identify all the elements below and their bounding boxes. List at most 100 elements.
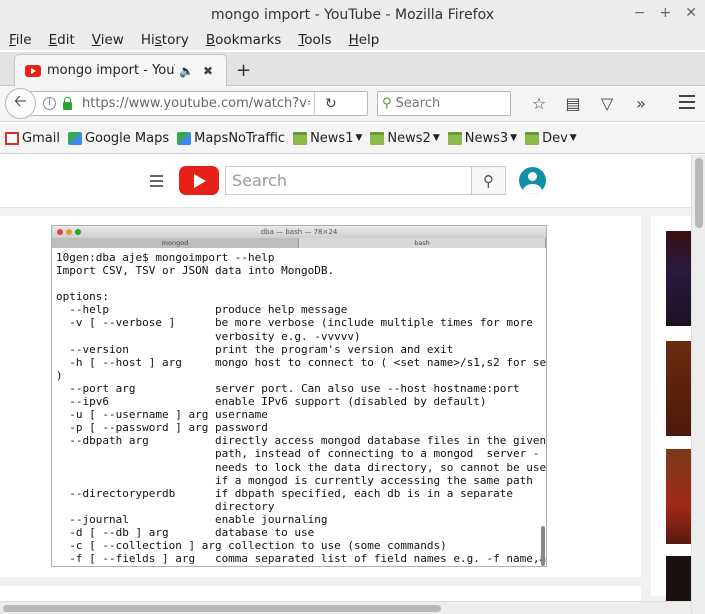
video-info-card <box>0 586 641 601</box>
reload-icon[interactable]: ↻ <box>325 96 337 112</box>
bookmark-folder-news3[interactable]: News3 ▼ <box>447 131 518 146</box>
terminal-line: --directoryperdb if dbpath specified, ea… <box>56 486 513 500</box>
terminal-line: --version print the program's version an… <box>56 342 454 356</box>
lock-icon[interactable] <box>63 96 72 110</box>
url-divider <box>314 92 315 115</box>
youtube-search-input[interactable]: Search <box>225 166 472 195</box>
terminal-line: -d [ --db ] arg database to use <box>56 525 315 539</box>
search-icon: ⚲ <box>483 171 494 190</box>
youtube-favicon-icon <box>25 64 41 77</box>
tab-strip: mongo import - YouTube 🔈 ✖ + <box>0 52 705 86</box>
navigation-toolbar: i https://www.youtube.com/watch?v=ih2AY … <box>0 86 705 122</box>
terminal-line: if a mongod is currently accessing the s… <box>56 473 533 487</box>
menu-view[interactable]: View <box>87 32 129 48</box>
tab-youtube[interactable]: mongo import - YouTube 🔈 ✖ <box>14 54 227 86</box>
related-video-thumbnail[interactable] <box>666 341 691 436</box>
close-window-button[interactable]: ✕ <box>685 5 697 21</box>
vertical-scrollbar[interactable] <box>691 155 705 614</box>
terminal-line: directory <box>56 499 275 513</box>
terminal-line: --ipv6 enable IPv6 support (disabled by … <box>56 395 487 409</box>
search-engine-icon: ⚲ <box>382 96 392 111</box>
url-bar[interactable]: i https://www.youtube.com/watch?v=ih2AY … <box>24 91 368 116</box>
terminal-output: 10gen:dba aje$ mongoimport --help Import … <box>56 251 546 565</box>
folder-icon <box>293 131 308 145</box>
maximize-button[interactable]: + <box>660 5 672 21</box>
menu-bar: File Edit View History Bookmarks Tools H… <box>0 30 705 50</box>
window-title: mongo import - YouTube - Mozilla Firefox <box>210 7 495 23</box>
pocket-icon[interactable]: ▽ <box>590 94 624 113</box>
bookmark-folder-news1[interactable]: News1 ▼ <box>293 131 362 146</box>
avatar[interactable] <box>519 167 546 194</box>
menu-edit[interactable]: Edit <box>44 32 80 48</box>
youtube-search-button[interactable]: ⚲ <box>471 166 506 195</box>
menu-file[interactable]: File <box>4 32 37 48</box>
terminal-tabs: mongod bash <box>52 238 546 248</box>
close-tab-icon[interactable]: ✖ <box>203 64 213 78</box>
info-icon[interactable]: i <box>43 97 56 110</box>
terminal-line: path, instead of connecting to a mongod … <box>56 447 540 461</box>
terminal-scrollbar <box>541 526 545 566</box>
terminal-line: --port arg server port. Can also use --h… <box>56 381 520 395</box>
related-video-thumbnail[interactable] <box>666 556 691 601</box>
menu-bookmarks[interactable]: Bookmarks <box>201 32 286 48</box>
new-tab-button[interactable]: + <box>236 60 251 81</box>
bookmark-mapsnotraffic[interactable]: MapsNoTraffic <box>177 131 285 146</box>
terminal-tab-bash: bash <box>299 238 546 248</box>
overflow-icon[interactable]: » <box>624 94 658 113</box>
url-text[interactable]: https://www.youtube.com/watch?v=ih2AY <box>82 96 310 111</box>
related-video-thumbnail[interactable] <box>666 449 691 544</box>
tab-title: mongo import - YouTube <box>47 63 175 78</box>
window-titlebar: mongo import - YouTube - Mozilla Firefox… <box>0 0 705 30</box>
bookmarks-toolbar: Gmail Google Maps MapsNoTraffic News1 ▼ N… <box>0 123 705 154</box>
terminal-tab-mongod: mongod <box>52 238 299 248</box>
folder-icon <box>447 131 462 145</box>
window-controls: − + ✕ <box>634 5 697 21</box>
search-input[interactable] <box>395 96 496 111</box>
minimize-button[interactable]: − <box>634 5 646 21</box>
folder-icon <box>525 131 540 145</box>
caret-down-icon: ▼ <box>355 133 363 143</box>
youtube-logo[interactable] <box>179 166 219 195</box>
folder-icon <box>370 131 385 145</box>
terminal-line: -h [ --host ] arg mongo host to connect … <box>56 355 547 369</box>
terminal-line: --dbpath arg directly access mongod data… <box>56 434 547 448</box>
terminal-line: needs to lock the data directory, so can… <box>56 460 547 474</box>
terminal-line: 10gen:dba aje$ mongoimport --help <box>56 251 275 264</box>
toolbar-icons: ☆ ▤ ▽ » <box>522 94 658 113</box>
related-video-thumbnail[interactable] <box>666 231 691 326</box>
terminal-window-buttons <box>57 229 81 235</box>
search-box[interactable]: ⚲ <box>377 91 511 116</box>
library-icon[interactable]: ▤ <box>556 94 590 113</box>
terminal-line: --help produce help message <box>56 303 348 317</box>
vertical-scroll-thumb[interactable] <box>695 158 703 228</box>
gmail-icon <box>5 131 19 145</box>
bookmark-folder-dev[interactable]: Dev ▼ <box>525 131 577 146</box>
bookmark-star-icon[interactable]: ☆ <box>522 94 556 113</box>
horizontal-scroll-thumb[interactable] <box>3 605 441 612</box>
menu-history[interactable]: History <box>136 32 194 48</box>
youtube-header: Search ⚲ <box>0 155 691 208</box>
bookmark-gmail[interactable]: Gmail <box>5 131 60 146</box>
terminal-line: -u [ --username ] arg username <box>56 408 268 422</box>
terminal-line: -p [ --password ] arg password <box>56 421 268 435</box>
menu-tools[interactable]: Tools <box>293 32 336 48</box>
menu-help[interactable]: Help <box>344 32 385 48</box>
terminal-line: ) <box>56 368 63 382</box>
caret-down-icon: ▼ <box>510 133 518 143</box>
bookmark-google-maps[interactable]: Google Maps <box>67 131 169 146</box>
speaker-icon[interactable]: 🔈 <box>179 64 194 78</box>
video-player[interactable]: dba — bash — 78×24 mongod bash 10gen:dba… <box>51 225 547 567</box>
terminal-line: -c [ --collection ] arg collection to us… <box>56 539 447 553</box>
maps-icon <box>177 131 192 145</box>
back-button[interactable]: 🡠 <box>5 88 36 119</box>
caret-down-icon: ▼ <box>569 133 577 143</box>
maps-icon <box>67 131 82 145</box>
terminal-line: --journal enable journaling <box>56 512 328 526</box>
horizontal-scrollbar[interactable] <box>0 601 691 614</box>
hamburger-menu-icon[interactable] <box>679 95 695 113</box>
related-videos-sidebar <box>651 216 691 601</box>
terminal-line: Import CSV, TSV or JSON data into MongoD… <box>56 264 335 278</box>
bookmark-folder-news2[interactable]: News2 ▼ <box>370 131 440 146</box>
guide-menu-icon[interactable] <box>150 175 163 190</box>
